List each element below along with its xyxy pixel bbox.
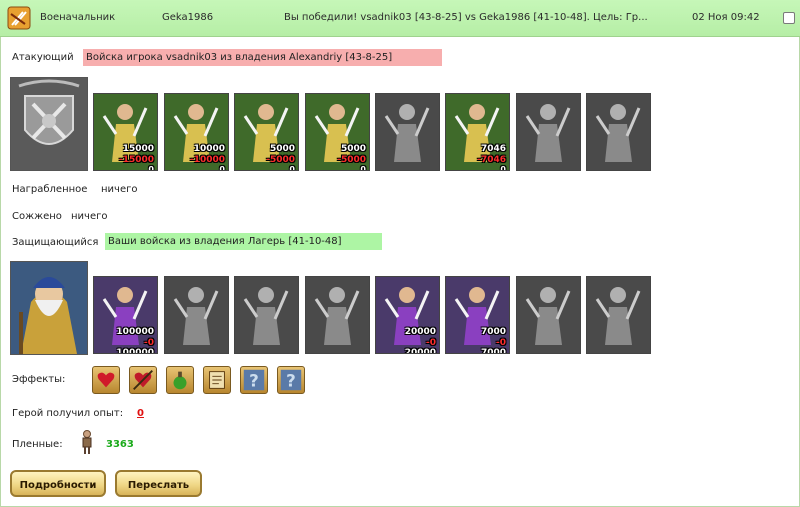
unit-remaining: 0	[360, 165, 366, 171]
header-message: Вы победили! vsadnik03 [43-8-25] vs Geka…	[284, 12, 648, 23]
unit-remaining: 0	[289, 165, 295, 171]
unit-losses: -0	[496, 338, 506, 348]
unit-remaining: 100000	[116, 348, 154, 354]
attacker-unit-slot[interactable]	[586, 93, 651, 171]
attacker-banner: Войска игрока vsadnik03 из владения Alex…	[83, 49, 442, 66]
defender-hero-portrait[interactable]	[10, 261, 88, 355]
select-checkbox[interactable]	[783, 12, 795, 24]
looted-value: ничего	[101, 184, 138, 195]
effect-slot[interactable]	[203, 366, 231, 394]
battle-icon	[7, 6, 31, 30]
knight-greyed-icon	[517, 94, 580, 170]
svg-text:?: ?	[249, 371, 259, 391]
experience-value[interactable]: 0	[137, 408, 144, 419]
attacker-unit-slot[interactable]	[516, 93, 581, 171]
attacker-unit-slot[interactable]: 7046 -7046 0	[445, 93, 510, 171]
potion-icon	[173, 371, 187, 390]
unit-remaining: 20000	[404, 348, 436, 354]
experience-label: Герой получил опыт:	[12, 408, 124, 419]
details-button[interactable]: Подробности	[10, 470, 106, 497]
effect-slot[interactable]	[166, 366, 194, 394]
prisoner-icon	[82, 430, 92, 454]
unit-remaining: 0	[500, 165, 506, 171]
knights-greyed-icon	[235, 277, 298, 353]
defender-unit-slot[interactable]	[164, 276, 229, 354]
looted-label: Награбленное	[12, 184, 88, 195]
unit-remaining: 7000	[480, 348, 506, 354]
svg-text:?: ?	[286, 371, 296, 391]
unit-count: 10000	[193, 144, 225, 154]
attacker-unit-slot[interactable]: 10000 -10000 0	[164, 93, 229, 171]
effect-slot[interactable]: ?	[240, 366, 268, 394]
unit-count: 7046	[480, 144, 506, 154]
unit-count: 7000	[480, 327, 506, 337]
effects-label: Эффекты:	[12, 374, 66, 385]
unit-count: 5000	[269, 144, 295, 154]
unit-losses: -10000	[189, 155, 225, 165]
spider-rider-greyed-icon	[587, 277, 650, 353]
header-player: Geka1986	[162, 12, 214, 23]
forward-button[interactable]: Переслать	[115, 470, 202, 497]
question-mark-icon: ?	[243, 369, 265, 391]
unit-losses: -7046	[477, 155, 506, 165]
unit-losses: -0	[144, 338, 154, 348]
report-header: Военачальник Geka1986 Вы победили! vsadn…	[0, 0, 800, 37]
unit-remaining: 0	[219, 165, 225, 171]
effect-slot[interactable]	[129, 366, 157, 394]
druid-greyed-icon	[587, 94, 650, 170]
header-datetime: 02 Ноя 09:42	[692, 12, 760, 23]
prisoners-label: Пленные:	[12, 439, 63, 450]
report-frame	[0, 0, 800, 507]
attacker-unit-slot[interactable]: 5000 -5000 0	[305, 93, 370, 171]
warrior-greyed-icon	[165, 277, 228, 353]
defender-unit-slot[interactable]	[516, 276, 581, 354]
attacker-hero-crest[interactable]	[10, 77, 88, 171]
unit-remaining: 0	[148, 165, 154, 171]
burned-label: Сожжено	[12, 211, 62, 222]
attacker-unit-slot[interactable]: 5000 -5000 0	[234, 93, 299, 171]
defender-unit-slot[interactable]: 7000 -0 7000	[445, 276, 510, 354]
gargoyle-greyed-icon	[306, 277, 369, 353]
hooded-warrior-greyed-icon	[517, 277, 580, 353]
heart-arrow-icon	[133, 370, 153, 390]
defender-unit-slot[interactable]	[305, 276, 370, 354]
defender-unit-slot[interactable]	[234, 276, 299, 354]
unit-losses: -15000	[118, 155, 154, 165]
unit-losses: -5000	[337, 155, 366, 165]
unit-count: 5000	[340, 144, 366, 154]
crest-shield-icon	[11, 78, 87, 170]
attacker-unit-slot[interactable]: 15000 -15000 0	[93, 93, 158, 171]
defender-unit-slot[interactable]: 20000 -0 20000	[375, 276, 440, 354]
scroll-icon	[209, 371, 225, 389]
defender-label: Защищающийся	[12, 237, 99, 248]
unit-losses: -0	[426, 338, 436, 348]
unit-losses: -5000	[266, 155, 295, 165]
prisoners-value: 3363	[106, 439, 134, 450]
defender-unit-slot[interactable]	[586, 276, 651, 354]
attacker-label: Атакующий	[12, 52, 74, 63]
unit-count: 20000	[404, 327, 436, 337]
burned-value: ничего	[71, 211, 108, 222]
unit-count: 15000	[122, 144, 154, 154]
attacker-unit-slot[interactable]	[375, 93, 440, 171]
unit-count: 100000	[116, 327, 154, 337]
defender-unit-slot[interactable]: 100000 -0 100000	[93, 276, 158, 354]
question-mark-icon: ?	[280, 369, 302, 391]
effect-slot[interactable]: ?	[277, 366, 305, 394]
effect-slot[interactable]	[92, 366, 120, 394]
defender-banner: Ваши войска из владения Лагерь [41-10-48…	[105, 233, 382, 250]
header-role: Военачальник	[40, 12, 116, 23]
heart-icon	[97, 372, 115, 388]
archer-greyed-icon	[376, 94, 439, 170]
wizard-hero-icon	[11, 262, 87, 354]
